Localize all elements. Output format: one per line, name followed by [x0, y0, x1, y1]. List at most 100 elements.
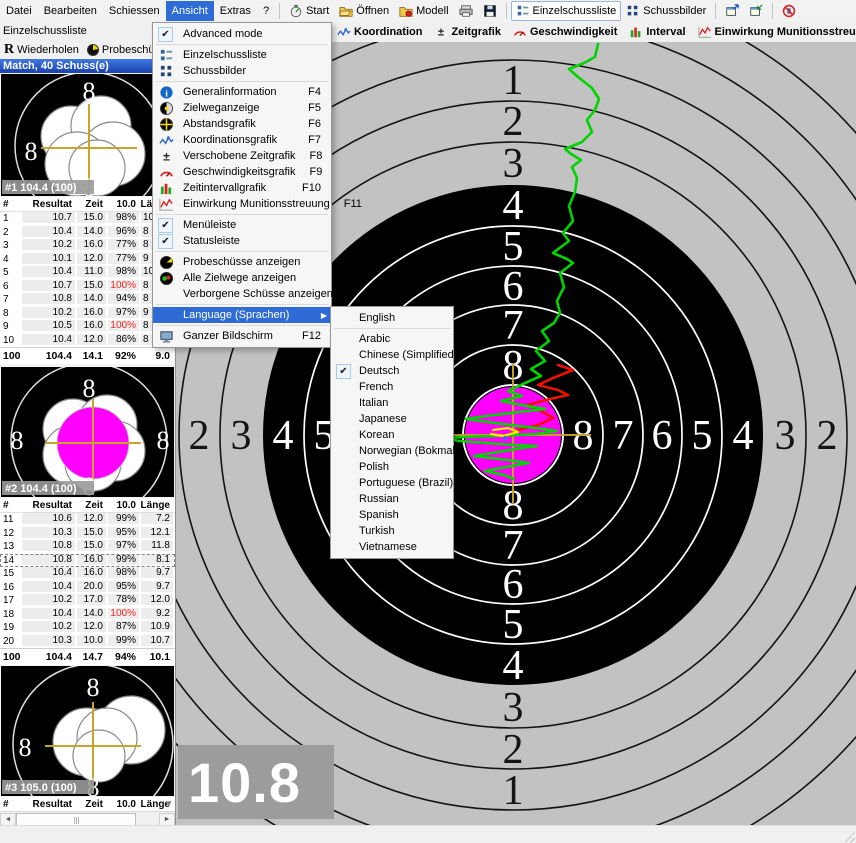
menu-item-alle-zielwege-anzeigen[interactable]: Alle Zielwege anzeigen: [153, 270, 331, 286]
koordination-button[interactable]: Koordination: [331, 23, 428, 41]
menu-item-geschwindigkeitsgrafik[interactable]: GeschwindigkeitsgrafikF9: [153, 164, 331, 180]
menu-item-chinese-simplified-[interactable]: Chinese (Simplified): [331, 347, 453, 363]
shot-target-thumb-2[interactable]: 8888#2 104.4 (100): [1, 367, 174, 497]
menu-item-advanced-mode[interactable]: ✔Advanced mode: [153, 26, 331, 42]
table-cell: 17.0: [75, 594, 106, 607]
menu-item-probesch-sse-anzeigen[interactable]: Probeschüsse anzeigen: [153, 254, 331, 270]
menu-item-verborgene-sch-sse-anzeigen[interactable]: Verborgene Schüsse anzeigen: [153, 286, 331, 302]
save-button[interactable]: [478, 1, 502, 21]
table-row-shot-5[interactable]: 510.411.098%10: [0, 266, 175, 280]
menu-item-french[interactable]: French: [331, 379, 453, 395]
menu-item-statusleiste[interactable]: ✔Statusleiste: [153, 233, 331, 249]
table-row-shot-6[interactable]: 610.715.0100%8: [0, 280, 175, 294]
table-row-shot-1[interactable]: 110.715.098%10: [0, 212, 175, 226]
panel-horizontal-scrollbar[interactable]: ◄ ►: [0, 811, 175, 826]
menu-item-men-leiste[interactable]: ✔Menüleiste: [153, 217, 331, 233]
export-window-button[interactable]: [720, 1, 744, 21]
menu-item-verschobene-zeitgrafik[interactable]: ±Verschobene ZeitgrafikF8: [153, 148, 331, 164]
menu-item-zielweganzeige[interactable]: ZielweganzeigeF5: [153, 100, 331, 116]
table-row-shot-4[interactable]: 410.112.077%9: [0, 253, 175, 267]
table-row-shot-10[interactable]: 1010.412.086%8: [0, 334, 175, 348]
shot-target-thumb-3[interactable]: 888#3 105.0 (100): [1, 666, 174, 796]
table-row-shot-19[interactable]: 1910.212.087%10.9: [0, 621, 175, 635]
shot-target-thumb-1[interactable]: 8888#1 104.4 (100): [1, 74, 174, 196]
wiederholen-button[interactable]: R Wiederholen: [0, 42, 83, 58]
column-header[interactable]: Zeit: [75, 199, 106, 210]
zeitgrafik-button[interactable]: ±Zeitgrafik: [428, 23, 507, 41]
table-row-shot-15[interactable]: 1510.416.098%9.7: [0, 567, 175, 581]
menu-item-portuguese-brazil-[interactable]: Portuguese (Brazil): [331, 475, 453, 491]
menu-item-japanese[interactable]: Japanese: [331, 411, 453, 427]
interval-button[interactable]: Interval: [623, 23, 691, 41]
table-row-shot-3[interactable]: 310.216.077%8: [0, 239, 175, 253]
shot-table-3[interactable]: #ResultatZeit10.0Länge▼: [0, 797, 175, 812]
table-row-shot-17[interactable]: 1710.217.078%12.0: [0, 594, 175, 608]
menu-item-vietnamese[interactable]: Vietnamese: [331, 539, 453, 555]
menu-item-norwegian-bokmal-[interactable]: Norwegian (Bokmal): [331, 443, 453, 459]
block-button[interactable]: [777, 1, 801, 21]
shot-table-1[interactable]: #ResultatZeit10.0Länge110.715.098%10210.…: [0, 197, 175, 364]
menu-item-einwirkung-munitionsstreuung[interactable]: Einwirkung MunitionsstreuungF11: [153, 196, 331, 212]
open-button[interactable]: Öffnen: [334, 1, 394, 21]
print-button[interactable]: [454, 1, 478, 21]
menu-item-abstandsgrafik[interactable]: AbstandsgrafikF6: [153, 116, 331, 132]
table-cell: 5: [0, 267, 20, 278]
shot-table-2[interactable]: #ResultatZeit10.0Länge 1110.612.099%7.212…: [0, 498, 175, 665]
table-row-shot-16[interactable]: 1610.420.095%9.7: [0, 581, 175, 595]
model-button[interactable]: Modell: [394, 1, 453, 21]
menu-item-schussbilder[interactable]: Schussbilder: [153, 63, 331, 79]
menubar-item-?[interactable]: ?: [257, 1, 275, 21]
table-cell: 12.0: [75, 513, 106, 526]
column-header[interactable]: Resultat: [20, 799, 75, 810]
table-row-shot-18[interactable]: 1810.414.0100%9.2: [0, 608, 175, 622]
table-row-shot-13[interactable]: 1310.815.097%11.8: [0, 540, 175, 554]
table-row-shot-11[interactable]: 1110.612.099%7.2: [0, 513, 175, 527]
resize-grip[interactable]: [842, 829, 855, 842]
column-header[interactable]: Länge: [139, 500, 173, 511]
menubar-item-bearbeiten[interactable]: Bearbeiten: [38, 1, 103, 21]
start-button[interactable]: Start: [284, 1, 334, 21]
column-header[interactable]: 10.0: [106, 799, 139, 810]
menu-item-spanish[interactable]: Spanish: [331, 507, 453, 523]
menu-item-language-sprachen-[interactable]: Language (Sprachen)▶: [153, 307, 331, 323]
menu-item-italian[interactable]: Italian: [331, 395, 453, 411]
menu-item-koordinationsgrafik[interactable]: KoordinationsgrafikF7: [153, 132, 331, 148]
column-header[interactable]: #: [0, 500, 20, 511]
menu-item-einzelschussliste[interactable]: Einzelschussliste: [153, 47, 331, 63]
shot-images-button[interactable]: Schussbilder: [621, 1, 711, 21]
scroll-down-arrow-icon[interactable]: ▼: [165, 799, 173, 808]
column-header[interactable]: 10.0: [106, 500, 139, 511]
menubar-item-ansicht[interactable]: Ansicht: [166, 1, 214, 21]
column-header[interactable]: Zeit: [75, 500, 106, 511]
table-row-shot-12[interactable]: 1210.315.095%12.1: [0, 527, 175, 541]
column-header[interactable]: Resultat: [20, 199, 75, 210]
menu-item-ganzer-bildschirm[interactable]: Ganzer BildschirmF12: [153, 328, 331, 344]
menu-item-polish[interactable]: Polish: [331, 459, 453, 475]
menubar-item-schiessen[interactable]: Schiessen: [103, 1, 166, 21]
column-header[interactable]: Resultat: [20, 500, 75, 511]
menu-item-korean[interactable]: Korean: [331, 427, 453, 443]
column-header[interactable]: #: [0, 799, 20, 810]
column-header[interactable]: Zeit: [75, 799, 106, 810]
table-row-shot-20[interactable]: 2010.310.099%10.7: [0, 635, 175, 649]
menu-item-turkish[interactable]: Turkish: [331, 523, 453, 539]
table-row-shot-9[interactable]: 910.516.0100%8: [0, 320, 175, 334]
geschwindigkeit-button[interactable]: Geschwindigkeit: [507, 23, 623, 41]
menu-item-arabic[interactable]: Arabic: [331, 331, 453, 347]
menubar-item-datei[interactable]: Datei: [0, 1, 38, 21]
window-settings-button[interactable]: [744, 1, 768, 21]
column-header[interactable]: 10.0: [106, 199, 139, 210]
menu-item-deutsch[interactable]: ✔Deutsch: [331, 363, 453, 379]
menu-item-russian[interactable]: Russian: [331, 491, 453, 507]
munitionsstreuung-button[interactable]: Einwirkung Munitionsstreuung: [692, 23, 856, 41]
column-header[interactable]: #: [0, 199, 20, 210]
table-row-shot-2[interactable]: 210.414.096%8: [0, 226, 175, 240]
menubar-item-extras[interactable]: Extras: [214, 1, 257, 21]
menu-item-generalinformation[interactable]: iGeneralinformationF4: [153, 84, 331, 100]
table-row-shot-14[interactable]: 1410.816.099%8.1: [0, 554, 175, 568]
table-row-shot-7[interactable]: 710.814.094%8: [0, 293, 175, 307]
table-row-shot-8[interactable]: 810.216.097%9: [0, 307, 175, 321]
shot-list-button[interactable]: Einzelschussliste: [511, 1, 622, 21]
menu-item-zeitintervallgrafik[interactable]: ZeitintervallgrafikF10: [153, 180, 331, 196]
menu-item-english[interactable]: English: [331, 310, 453, 326]
